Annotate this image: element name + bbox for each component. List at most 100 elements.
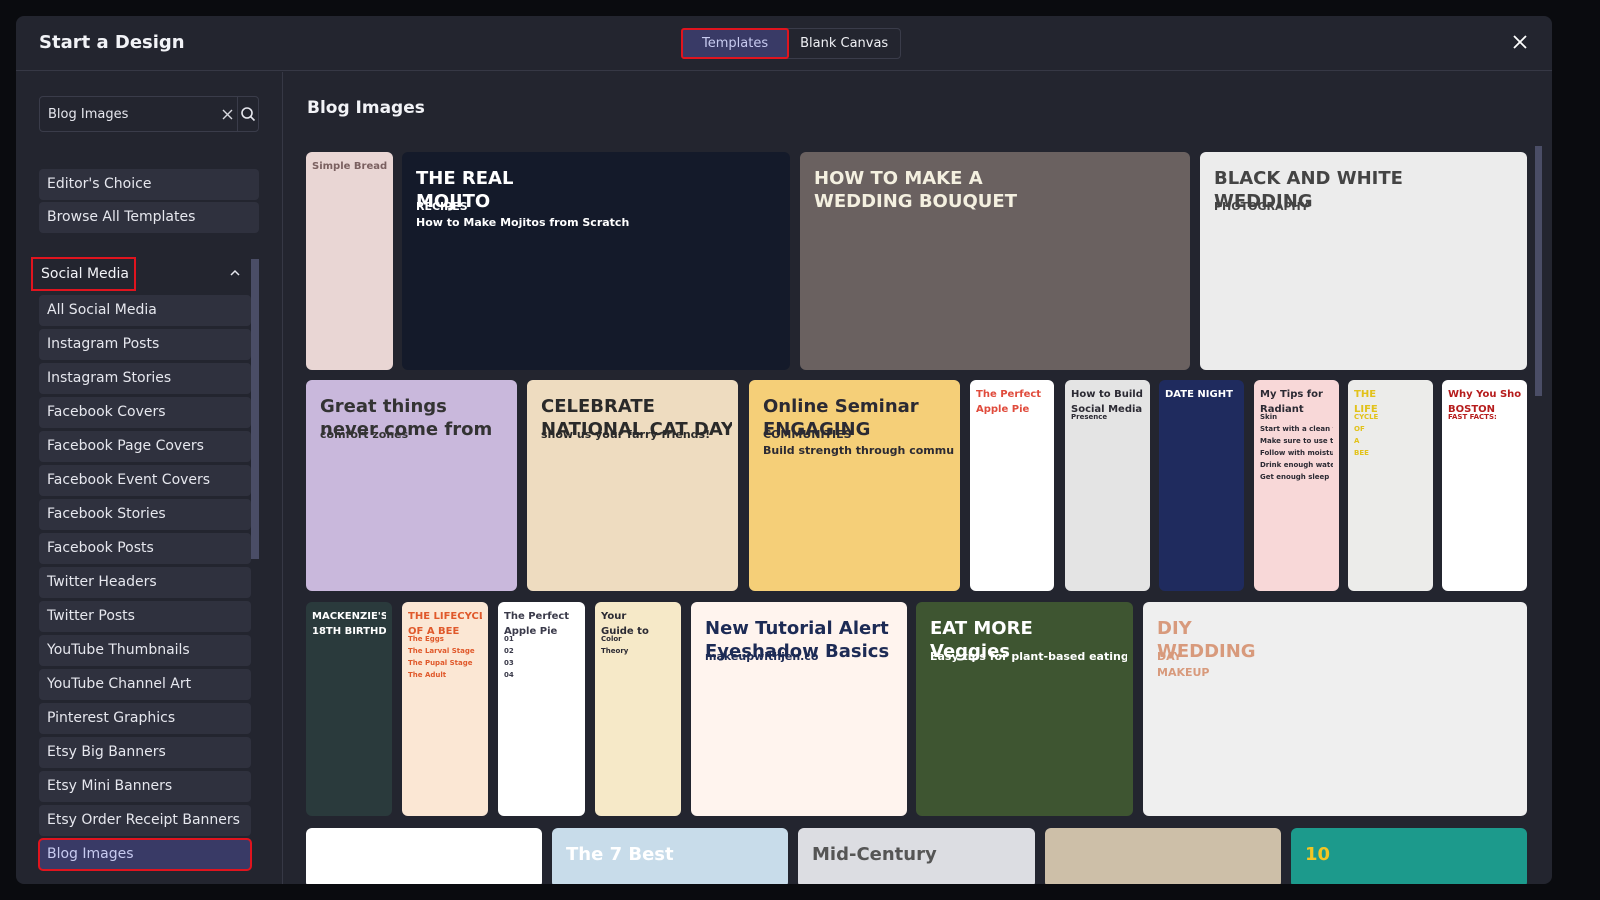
- template-text: The Larval Stage: [408, 647, 475, 655]
- template-card[interactable]: My Tips for Radiant Skin Start with a clean…: [1254, 380, 1339, 591]
- sidebar-item-youtube-channel-art[interactable]: YouTube Channel Art: [39, 669, 251, 700]
- sidebar-item-editors-choice[interactable]: Editor's Choice: [39, 169, 259, 200]
- template-text: THE: [1354, 389, 1377, 400]
- template-text: Why You Should Visit!: [1448, 389, 1521, 400]
- sidebar-item-youtube-thumbnails[interactable]: YouTube Thumbnails: [39, 635, 251, 666]
- template-card[interactable]: DATE NIGHT: [1159, 380, 1244, 591]
- mode-tabs: Templates Blank Canvas: [680, 28, 902, 59]
- tab-blank-canvas[interactable]: Blank Canvas: [788, 29, 900, 58]
- sidebar-item-instagram-stories[interactable]: Instagram Stories: [39, 363, 251, 394]
- close-button[interactable]: [1510, 32, 1530, 52]
- template-text: DIY: [1157, 618, 1192, 639]
- sidebar-item-facebook-event-covers[interactable]: Facebook Event Covers: [39, 465, 251, 496]
- template-text: HOW TO MAKE A: [814, 168, 983, 189]
- template-text: THE REAL: [416, 168, 514, 189]
- template-card[interactable]: The 7 Best: [552, 828, 788, 884]
- template-text: Follow with moisturizer: [1260, 449, 1333, 457]
- search-input[interactable]: [40, 97, 218, 131]
- template-text: Online Seminar: [763, 396, 919, 417]
- sidebar-item-instagram-posts[interactable]: Instagram Posts: [39, 329, 251, 360]
- sidebar-scrollbar[interactable]: [251, 259, 259, 559]
- sidebar-item-all-social-media[interactable]: All Social Media: [39, 295, 251, 326]
- template-text: The 7 Best: [566, 844, 674, 865]
- category-sidebar: Editor's Choice Browse All Templates Soc…: [16, 72, 283, 884]
- template-text: COMMUNITIES: [763, 428, 852, 441]
- template-card[interactable]: DIY WEDDING DAY MAKEUP: [1143, 602, 1527, 816]
- template-card[interactable]: How to Build a GreatSocial MediaPresence: [1065, 380, 1150, 591]
- sidebar-item-facebook-page-covers[interactable]: Facebook Page Covers: [39, 431, 251, 462]
- template-text: My Tips for: [1260, 389, 1323, 400]
- template-card[interactable]: Mid-Century: [798, 828, 1035, 884]
- template-text: Your: [601, 611, 627, 622]
- template-card[interactable]: The Perfect Apple Pie: [970, 380, 1054, 591]
- template-text: Drink enough water: [1260, 461, 1333, 469]
- sidebar-item-browse-all[interactable]: Browse All Templates: [39, 202, 259, 233]
- template-text: The Eggs: [408, 635, 444, 643]
- template-text: Make sure to use toner: [1260, 437, 1333, 445]
- template-text: Simple Bread Recipe: [312, 161, 387, 172]
- template-text: BLACK AND WHITE: [1214, 168, 1403, 189]
- template-card[interactable]: The Perfect Apple Pie 01 02 03 04: [498, 602, 585, 816]
- template-card[interactable]: Great things never come from comfort zones: [306, 380, 517, 591]
- template-text: RECIPES: [416, 200, 468, 213]
- sidebar-item-etsy-order-receipt-banners[interactable]: Etsy Order Receipt Banners: [39, 805, 251, 836]
- modal-title: Start a Design: [39, 32, 185, 53]
- template-text: CELEBRATE: [541, 396, 655, 417]
- clear-icon: [222, 109, 233, 119]
- sidebar-item-etsy-big-banners[interactable]: Etsy Big Banners: [39, 737, 251, 768]
- template-text: EAT MORE: [930, 618, 1033, 639]
- template-card[interactable]: [1045, 828, 1281, 884]
- start-design-modal: Start a Design Templates Blank Canvas Ed…: [16, 16, 1552, 884]
- template-text: Apple Pie: [976, 404, 1030, 415]
- template-card[interactable]: THE LIFECYCLEOF A BEEThe EggsThe Larval …: [402, 602, 488, 816]
- template-text: How to Build a Great: [1071, 389, 1144, 400]
- section-social-media[interactable]: Social Media: [31, 257, 136, 291]
- template-text: Build strength through community: [763, 444, 954, 457]
- template-text: The Perfect: [976, 389, 1042, 400]
- template-text: BEE: [1354, 449, 1369, 457]
- search-icon: [240, 107, 255, 122]
- template-text: Theory: [601, 647, 629, 655]
- template-card[interactable]: Your Guide to Color Theory: [595, 602, 681, 816]
- template-text: FAST FACTS:: [1448, 413, 1497, 421]
- template-card[interactable]: HOW TO MAKE A WEDDING BOUQUET: [800, 152, 1190, 370]
- template-card[interactable]: EAT MORE Veggies Easy tips for plant-based…: [916, 602, 1133, 816]
- clear-search-button[interactable]: [218, 105, 237, 124]
- sidebar-item-facebook-covers[interactable]: Facebook Covers: [39, 397, 251, 428]
- template-text: 10: [1305, 844, 1331, 865]
- template-card[interactable]: BLACK AND WHITE WEDDING PHOTOGRAPHY: [1200, 152, 1527, 370]
- template-card[interactable]: Online Seminar ENGAGING COMMUNITIES Build s…: [749, 380, 960, 591]
- gallery-scrollbar[interactable]: [1535, 146, 1542, 396]
- gallery-title: Blog Images: [307, 98, 425, 118]
- template-text: Mid-Century: [812, 844, 937, 865]
- sidebar-item-twitter-headers[interactable]: Twitter Headers: [39, 567, 251, 598]
- sidebar-item-facebook-stories[interactable]: Facebook Stories: [39, 499, 251, 530]
- sidebar-item-twitter-posts[interactable]: Twitter Posts: [39, 601, 251, 632]
- template-card[interactable]: New Tutorial Alert Eyeshadow Basics makeup…: [691, 602, 907, 816]
- sidebar-item-blog-images[interactable]: Blog Images: [38, 838, 252, 871]
- search-button[interactable]: [236, 97, 258, 131]
- template-text: Start with a clean face: [1260, 425, 1333, 433]
- template-card[interactable]: THE LIFE CYCLE OF A BEE: [1348, 380, 1433, 591]
- modal-header: Start a Design Templates Blank Canvas: [16, 16, 1552, 71]
- sidebar-item-pinterest-graphics[interactable]: Pinterest Graphics: [39, 703, 251, 734]
- template-text: THE LIFECYCLE: [408, 611, 482, 622]
- template-card[interactable]: THE REAL MOJITO RECIPES How to Make Mojitos…: [402, 152, 790, 370]
- sidebar-item-facebook-posts[interactable]: Facebook Posts: [39, 533, 251, 564]
- template-card[interactable]: MACKENZIE'S 18TH BIRTHDAY: [306, 602, 392, 816]
- template-text: The Adult: [408, 671, 447, 679]
- template-text: DATE NIGHT: [1165, 389, 1233, 400]
- sidebar-item-etsy-mini-banners[interactable]: Etsy Mini Banners: [39, 771, 251, 802]
- template-card[interactable]: Simple Bread Recipe: [306, 152, 393, 370]
- chevron-up-icon[interactable]: [228, 266, 242, 280]
- template-text: Skin: [1260, 413, 1278, 421]
- template-text: 02: [504, 647, 514, 655]
- tab-templates[interactable]: Templates: [680, 28, 790, 59]
- template-card[interactable]: 10: [1291, 828, 1527, 884]
- template-card[interactable]: Why You Should Visit!BOSTONFAST FACTS:: [1442, 380, 1527, 591]
- template-card[interactable]: [306, 828, 542, 884]
- template-text: Presence: [1071, 413, 1108, 421]
- template-text: Color: [601, 635, 622, 643]
- template-card[interactable]: CELEBRATE NATIONAL CAT DAY show us your fu…: [527, 380, 738, 591]
- template-text: 03: [504, 659, 514, 667]
